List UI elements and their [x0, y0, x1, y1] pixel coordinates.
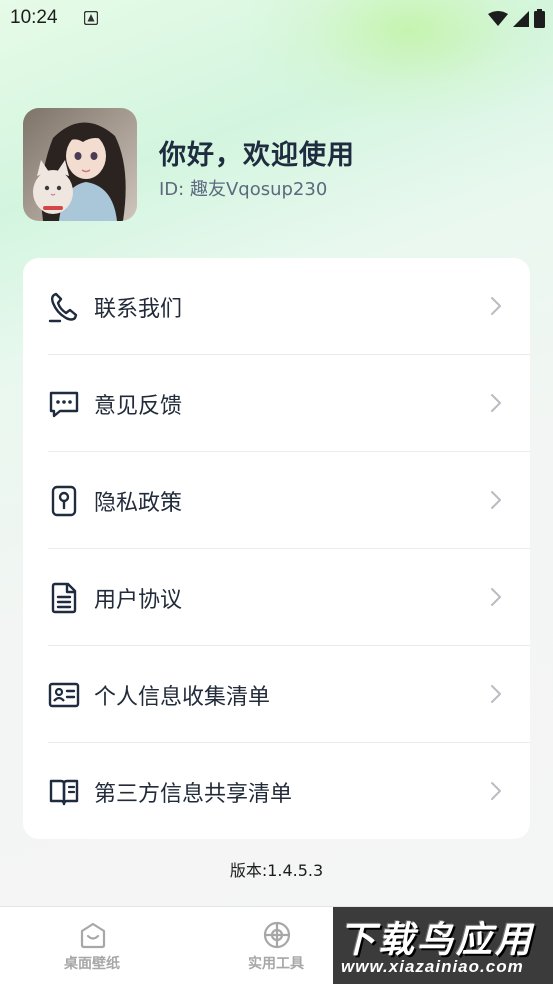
tools-icon	[263, 921, 291, 949]
notification-icon	[84, 11, 98, 25]
nav-tab-wallpaper[interactable]: 桌面壁纸	[32, 907, 152, 984]
wifi-icon	[488, 10, 508, 26]
chevron-right-icon	[491, 297, 501, 315]
status-icons	[488, 9, 545, 28]
menu-item-label: 意见反馈	[94, 394, 183, 419]
app-version: 版本:1.4.5.3	[229, 861, 324, 880]
lock-icon	[51, 485, 77, 517]
chevron-right-icon	[491, 394, 501, 412]
menu-item-label: 个人信息收集清单	[94, 685, 271, 710]
chevron-right-icon	[491, 782, 501, 800]
greeting-title: 你好，欢迎使用	[159, 140, 355, 171]
nav-tab-label: 实用工具	[248, 956, 304, 972]
chevron-right-icon	[491, 685, 501, 703]
nav-tab-label: 桌面壁纸	[64, 956, 120, 972]
wallpaper-icon	[80, 922, 106, 949]
signal-icon	[513, 10, 529, 27]
menu-item-third-party-sharing-list[interactable]: 第三方信息共享清单	[23, 743, 530, 840]
chevron-right-icon	[491, 588, 501, 606]
menu-item-label: 用户协议	[94, 588, 183, 613]
menu-item-label: 隐私政策	[94, 491, 183, 516]
status-bar: 10:24	[0, 0, 553, 38]
document-icon	[51, 582, 77, 614]
id-card-icon	[48, 682, 80, 708]
user-id: ID: 趣友Vqosup230	[159, 179, 328, 200]
site-watermark: 下载鸟应用 www.xiazainiao.com	[333, 907, 553, 984]
menu-item-contact-us[interactable]: 联系我们	[23, 258, 530, 355]
menu-item-user-agreement[interactable]: 用户协议	[23, 549, 530, 646]
menu-card: 联系我们 意见反馈 隐私政策 用户协议 个人信息收集清单 第三方信息共享清单	[23, 258, 530, 839]
chat-icon	[49, 391, 79, 418]
battery-icon	[534, 9, 545, 28]
menu-item-label: 第三方信息共享清单	[94, 782, 293, 807]
phone-icon	[48, 292, 78, 323]
nav-tab-tools[interactable]: 实用工具	[216, 907, 336, 984]
book-icon	[49, 779, 79, 806]
menu-item-personal-info-list[interactable]: 个人信息收集清单	[23, 646, 530, 743]
status-time: 10:24	[10, 7, 58, 28]
menu-item-feedback[interactable]: 意见反馈	[23, 355, 530, 452]
watermark-title: 下载鸟应用	[339, 920, 535, 961]
avatar[interactable]	[23, 108, 137, 221]
chevron-right-icon	[491, 491, 501, 509]
watermark-url: www.xiazainiao.com	[341, 957, 524, 976]
menu-item-label: 联系我们	[94, 297, 183, 322]
menu-item-privacy-policy[interactable]: 隐私政策	[23, 452, 530, 549]
